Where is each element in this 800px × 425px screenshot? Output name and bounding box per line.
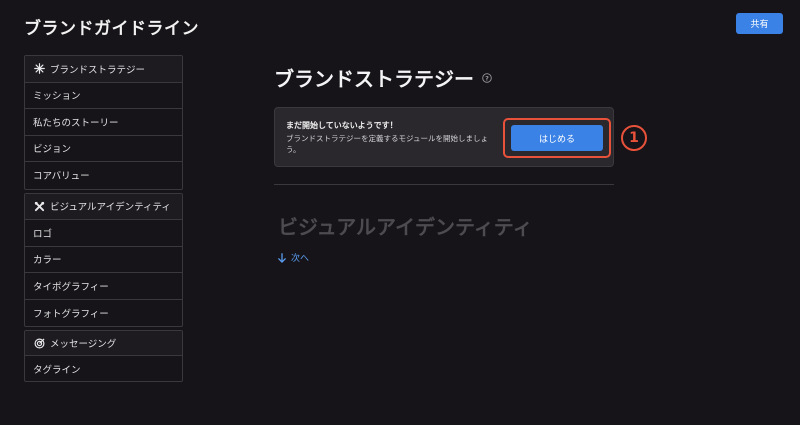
page-title: ブランドストラテジー ? [274, 63, 492, 92]
sidebar-header-label: ビジュアルアイデンティティ [50, 202, 171, 214]
section-divider [274, 184, 614, 185]
help-icon[interactable]: ? [482, 72, 492, 83]
sidebar-header-visual-identity[interactable]: ビジュアルアイデンティティ [25, 193, 182, 220]
next-link[interactable]: 次へ [278, 251, 309, 264]
start-button-highlight: はじめる [503, 118, 611, 158]
app-title: ブランドガイドライン [24, 19, 199, 39]
sidebar-group-visual-identity: ビジュアルアイデンティティ ロゴ カラー タイポグラフィー フォトグラフィー [24, 192, 183, 327]
sidebar-item-typography[interactable]: タイポグラフィー [25, 273, 182, 300]
sidebar-header-messaging[interactable]: メッセージング [25, 331, 182, 356]
next-link-label: 次へ [291, 254, 310, 264]
page-title-text: ブランドストラテジー [274, 67, 474, 91]
sidebar-group-messaging: メッセージング タグライン [24, 330, 183, 382]
sidebar-item-logo[interactable]: ロゴ [25, 220, 182, 247]
share-button[interactable]: 共有 [736, 13, 783, 34]
start-button[interactable]: はじめる [511, 125, 603, 151]
sidebar-item-core-values[interactable]: コアバリュー [25, 162, 182, 189]
next-section-title: ビジュアルアイデンティティ [278, 215, 533, 239]
arrow-down-icon [278, 252, 286, 263]
sidebar-item-vision[interactable]: ビジョン [25, 136, 182, 162]
sidebar-header-label: ブランドストラテジー [50, 64, 146, 76]
target-icon [33, 337, 45, 349]
sidebar-header-brand-strategy[interactable]: ブランドストラテジー [25, 56, 182, 83]
sidebar-item-mission[interactable]: ミッション [25, 83, 182, 109]
sparkle-icon [33, 63, 45, 75]
sidebar-item-our-story[interactable]: 私たちのストーリー [25, 109, 182, 136]
sidebar-group-brand-strategy: ブランドストラテジー ミッション 私たちのストーリー ビジョン コアバリュー [24, 55, 183, 190]
notice-text: ブランドストラテジーを定義するモジュールを開始しましょう。 [286, 134, 488, 154]
sidebar-item-photography[interactable]: フォトグラフィー [25, 300, 182, 327]
tools-icon [33, 200, 45, 212]
sidebar-item-tagline[interactable]: タグライン [25, 356, 182, 381]
notice-title: まだ開始していないようです！ [286, 121, 398, 130]
step-number-badge: 1 [621, 125, 647, 151]
sidebar-item-color[interactable]: カラー [25, 247, 182, 273]
sidebar-header-label: メッセージング [50, 339, 117, 350]
svg-text:?: ? [485, 74, 489, 82]
sidebar-nav: ブランドストラテジー ミッション 私たちのストーリー ビジョン コアバリュー ビ… [24, 55, 183, 385]
